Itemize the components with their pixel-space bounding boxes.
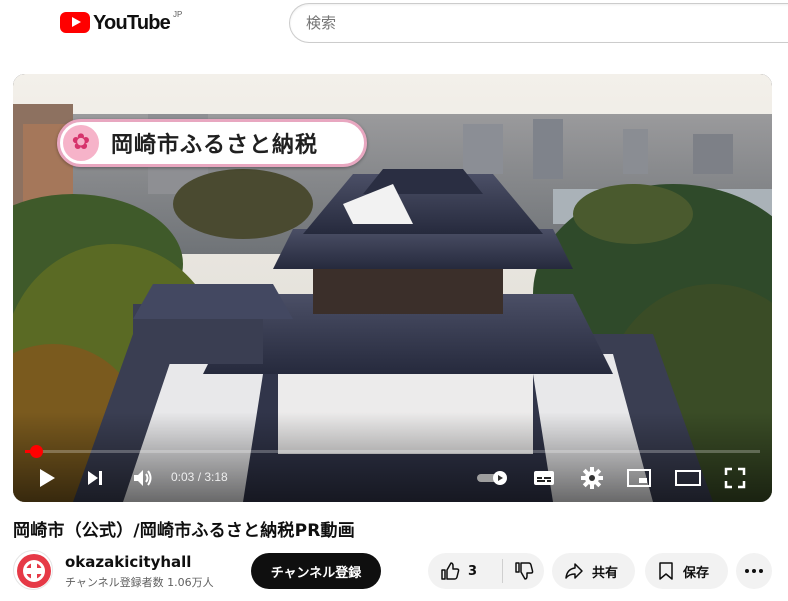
subtitles-icon	[534, 471, 554, 485]
next-button[interactable]	[83, 464, 107, 492]
video-player[interactable]: ✿ 岡崎市ふるさと納税 0:03 / 3:18	[13, 74, 772, 502]
video-title-overlay: ✿ 岡崎市ふるさと納税	[57, 119, 367, 167]
bookmark-icon	[659, 562, 673, 580]
like-count: 3	[468, 563, 478, 579]
like-button[interactable]: 3	[428, 553, 502, 589]
save-label: 保存	[683, 565, 710, 581]
miniplayer-icon	[627, 469, 651, 487]
volume-button[interactable]	[129, 464, 157, 492]
dislike-button[interactable]	[503, 553, 544, 589]
channel-avatar[interactable]	[13, 550, 53, 590]
search-input[interactable]	[290, 4, 788, 42]
progress-scrubber[interactable]	[30, 445, 44, 458]
settings-icon	[581, 467, 603, 489]
thumbs-up-icon	[441, 562, 460, 580]
theater-mode-button[interactable]	[673, 464, 703, 492]
theater-icon	[675, 470, 701, 486]
like-dislike-group: 3	[428, 553, 544, 589]
logo-text: YouTube	[93, 12, 171, 34]
next-icon	[88, 471, 102, 485]
channel-name[interactable]: okazakicityhall	[65, 553, 191, 571]
overlay-title-text: 岡崎市ふるさと納税	[111, 132, 319, 158]
settings-button[interactable]	[579, 464, 605, 492]
share-icon	[565, 563, 583, 579]
play-icon	[40, 469, 55, 487]
video-title: 岡崎市（公式）/岡崎市ふるさと納税PR動画	[13, 521, 355, 541]
volume-icon	[134, 470, 152, 486]
okazaki-city-emblem-icon	[17, 554, 51, 588]
thumbs-down-icon	[514, 562, 533, 580]
share-button[interactable]: 共有	[552, 553, 635, 589]
autoplay-toggle-icon	[477, 471, 507, 485]
subtitles-button[interactable]	[531, 464, 557, 492]
youtube-play-logo-icon	[60, 12, 90, 33]
subscriber-count: チャンネル登録者数 1.06万人	[65, 576, 214, 589]
search-box[interactable]	[289, 3, 788, 43]
youtube-logo[interactable]: YouTube JP	[60, 10, 182, 36]
share-label: 共有	[592, 565, 619, 581]
play-button[interactable]	[35, 464, 59, 492]
region-label: JP	[172, 10, 183, 19]
more-horizontal-icon	[745, 569, 763, 573]
save-button[interactable]: 保存	[645, 553, 728, 589]
subscribe-button[interactable]: チャンネル登録	[251, 553, 381, 589]
autoplay-toggle[interactable]	[475, 464, 511, 492]
fullscreen-icon	[724, 467, 746, 489]
fullscreen-button[interactable]	[721, 464, 749, 492]
more-actions-button[interactable]	[736, 553, 772, 589]
controls-gradient	[13, 412, 772, 502]
progress-bar[interactable]	[25, 445, 760, 458]
time-display: 0:03 / 3:18	[171, 470, 228, 484]
cherry-blossom-icon: ✿	[61, 123, 101, 163]
miniplayer-button[interactable]	[625, 464, 653, 492]
